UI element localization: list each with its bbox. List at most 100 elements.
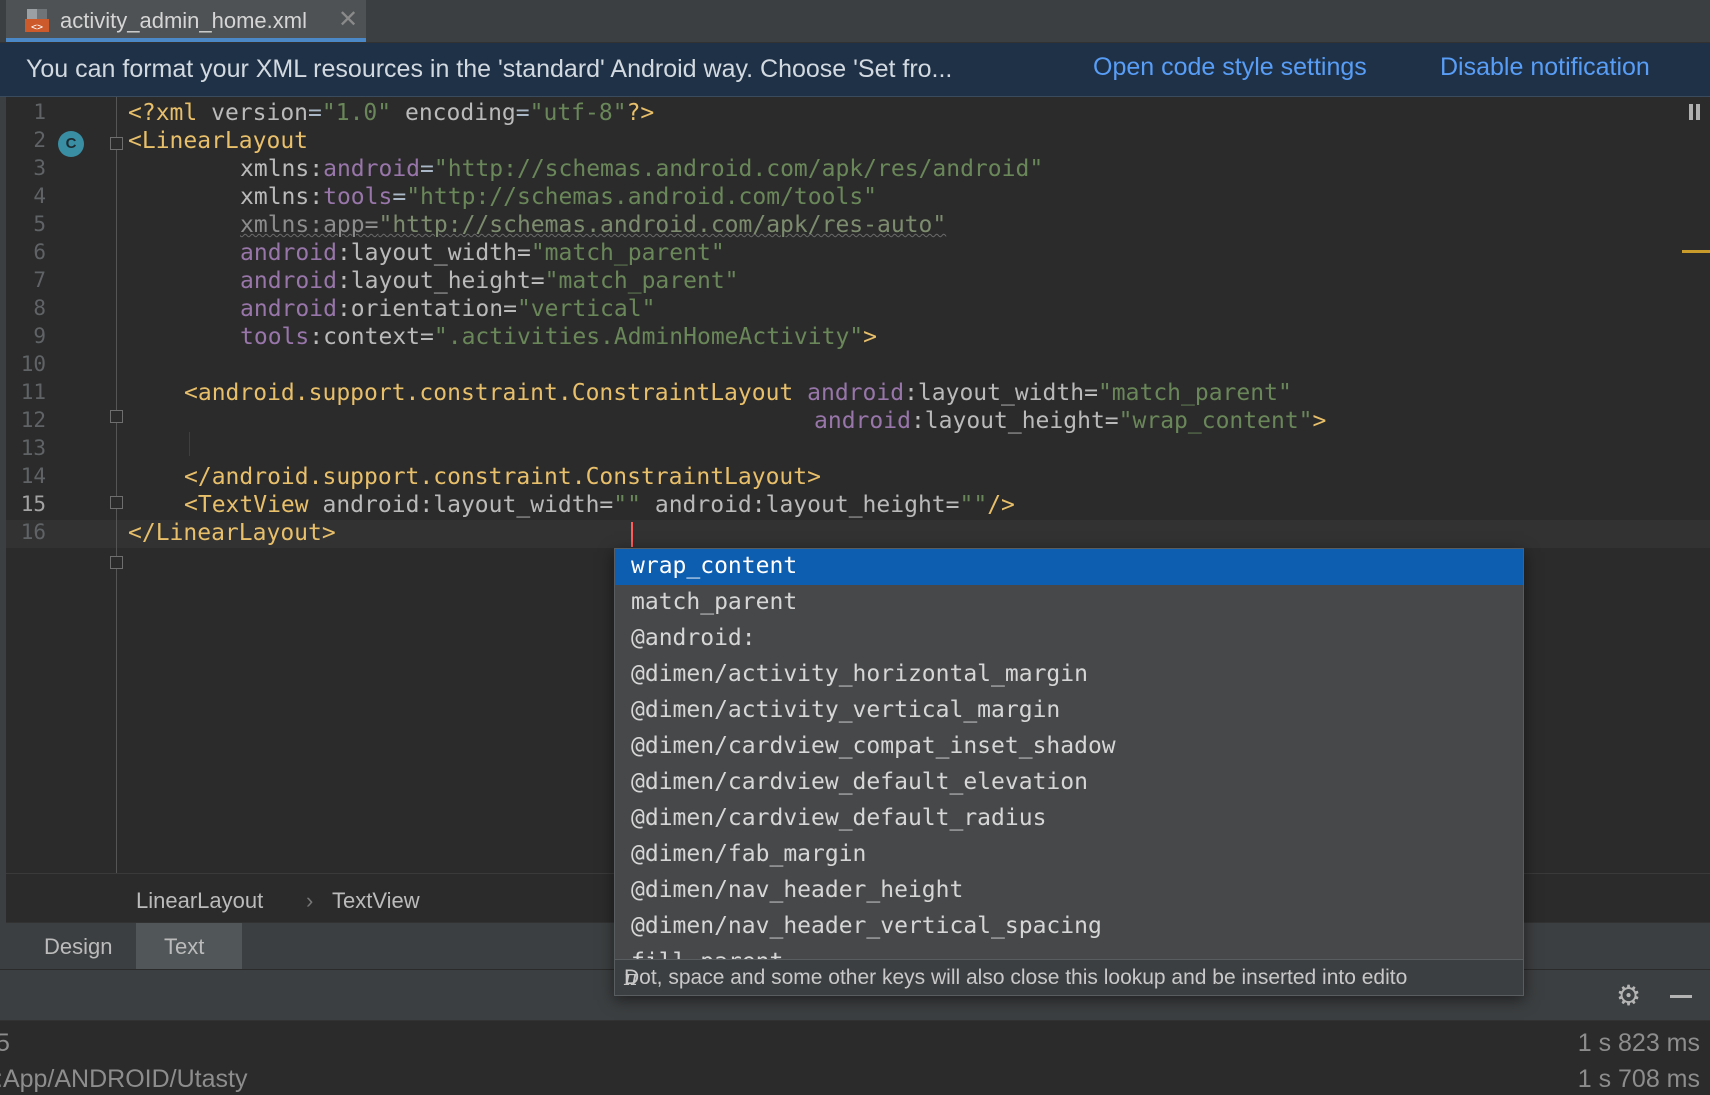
namespace: tools [240, 324, 310, 350]
notification-message: You can format your XML resources in the… [26, 55, 953, 83]
completion-item-label: @dimen/fab_margin [631, 841, 867, 867]
code-line-1: <?xml version="1.0" encoding="utf-8"?> [128, 100, 654, 126]
code-line-2: <LinearLayout [128, 128, 308, 154]
tab-text[interactable]: Text [136, 923, 242, 969]
completion-item-label: @dimen/activity_horizontal_margin [631, 661, 1088, 687]
attr-value: "" [613, 492, 641, 518]
open-code-style-settings-link[interactable]: Open code style settings [1093, 53, 1367, 82]
tab-text-label: Text [164, 934, 205, 959]
svg-text:<>: <> [31, 22, 43, 33]
attr-name: xmlns: [240, 156, 324, 182]
completion-item-selected[interactable]: wrap_content [615, 549, 1523, 585]
completion-item[interactable]: @dimen/activity_vertical_margin [615, 693, 1523, 729]
completion-item[interactable]: @dimen/cardview_compat_inset_shadow [615, 729, 1523, 765]
completion-item[interactable]: @android: [615, 621, 1523, 657]
completion-item[interactable]: match_parent [615, 585, 1523, 621]
tag: <TextView [184, 492, 323, 518]
warning-stripe-marker[interactable] [1682, 250, 1710, 253]
code-line-7: android:layout_height="match_parent" [240, 268, 739, 294]
code-line-4: xmlns:tools="http://schemas.android.com/… [240, 184, 877, 210]
code-line-3: xmlns:android="http://schemas.android.co… [240, 156, 1043, 182]
tag: <LinearLayout [128, 128, 309, 154]
attr-value: "http://schemas.android.com/tools" [406, 184, 878, 210]
attr-value: "" [959, 492, 988, 518]
close-icon[interactable]: ✕ [338, 5, 358, 34]
namespace: android [240, 296, 337, 322]
equals: = [308, 100, 322, 126]
minimize-icon[interactable] [1670, 995, 1692, 998]
namespace: android [814, 408, 911, 434]
code-line-8: android:orientation="vertical" [240, 296, 655, 322]
attr-name: xmlns:app= [240, 212, 379, 238]
completion-item-label: @dimen/nav_header_height [631, 877, 964, 903]
log-row-duration: 1 s 708 ms [1577, 1065, 1700, 1093]
class-gutter-icon[interactable]: C [58, 131, 84, 157]
completion-item-label: @dimen/activity_vertical_margin [631, 697, 1061, 723]
xml-file-icon: <> [25, 9, 49, 33]
tab-design-label: Design [44, 934, 113, 959]
tab-design[interactable]: Design [6, 923, 134, 969]
code-line-16: </LinearLayout> [128, 520, 336, 546]
disable-notification-link[interactable]: Disable notification [1440, 53, 1650, 82]
completion-item-label: @android: [631, 625, 756, 651]
line-number: 13 [20, 436, 46, 460]
attr-value: "utf-8" [529, 100, 627, 126]
gutter-divider [116, 97, 117, 873]
code-line-6: android:layout_width="match_parent" [240, 240, 725, 266]
fold-marker-icon[interactable] [110, 137, 123, 150]
attr-name: :layout_width= [336, 240, 531, 266]
fold-marker-icon[interactable] [110, 410, 123, 423]
namespace: android [240, 268, 337, 294]
completion-hint-footer: Dot, space and some other keys will also… [615, 959, 1523, 995]
completion-hint-text: Dot, space and some other keys will also… [624, 966, 1408, 989]
completion-item-label: @dimen/cardview_compat_inset_shadow [631, 733, 1116, 759]
line-number: 8 [33, 296, 46, 320]
code-completion-popup: wrap_content match_parent @android: @dim… [614, 548, 1524, 996]
completion-item[interactable]: @dimen/activity_horizontal_margin [615, 657, 1523, 693]
attr-name: :layout_width= [419, 492, 614, 518]
namespace: android [807, 380, 905, 406]
attr-value: "match_parent" [530, 240, 725, 266]
completion-item[interactable]: @dimen/cardview_default_radius [615, 801, 1523, 837]
line-number: 1 [33, 100, 46, 124]
attr-value: "1.0" [321, 100, 392, 126]
code-line-11: <android.support.constraint.ConstraintLa… [184, 380, 1292, 406]
namespace: tools [323, 184, 393, 210]
attr-name: :layout_height= [751, 492, 960, 518]
namespace: android [641, 492, 752, 518]
indent-guide [189, 432, 190, 456]
line-number: 14 [20, 464, 46, 488]
completion-item-label: @dimen/cardview_default_elevation [631, 769, 1088, 795]
chevron-right-icon: › [306, 888, 314, 913]
fold-marker-icon[interactable] [110, 496, 123, 509]
tag: <android.support.constraint.ConstraintLa… [184, 380, 808, 406]
breadcrumb-item-textview[interactable]: TextView [332, 888, 420, 914]
attr-value: "http://schemas.android.com/apk/res-auto… [378, 212, 947, 238]
xml-declaration-end: ?> [626, 100, 655, 126]
completion-item[interactable]: @dimen/cardview_default_elevation [615, 765, 1523, 801]
pi-icon[interactable]: π [624, 966, 638, 990]
fold-marker-icon[interactable] [110, 556, 123, 569]
attr-value: "http://schemas.android.com/apk/res/andr… [433, 156, 1044, 182]
tab-activity-admin-home[interactable]: <> activity_admin_home.xml ✕ [6, 0, 366, 42]
pause-icon[interactable] [1689, 104, 1701, 120]
code-line-12: android:layout_height="wrap_content"> [814, 408, 1326, 434]
completion-item[interactable]: @dimen/nav_header_vertical_spacing [615, 909, 1523, 945]
tab-label: activity_admin_home.xml [60, 8, 307, 33]
line-number: 3 [33, 156, 46, 180]
attr-value: "vertical" [516, 296, 656, 322]
gear-icon[interactable]: ⚙ [1616, 982, 1641, 1010]
line-number: 16 [20, 520, 46, 544]
completion-item[interactable]: @dimen/nav_header_height [615, 873, 1523, 909]
completion-item[interactable]: @dimen/fab_margin [615, 837, 1523, 873]
breadcrumb-item-linearlayout[interactable]: LinearLayout [136, 888, 263, 914]
attr-value: "match_parent" [1097, 380, 1292, 406]
namespace: android [240, 240, 337, 266]
line-number: 7 [33, 268, 46, 292]
line-number: 9 [33, 324, 46, 348]
editor-tab-bar: <> activity_admin_home.xml ✕ [0, 0, 1710, 43]
attr-name: xmlns: [240, 184, 324, 210]
log-row-label: :App/ANDROID/Utasty [0, 1065, 248, 1093]
attr-value: ".activities.AdminHomeActivity" [433, 324, 864, 350]
tag-end: /> [987, 492, 1015, 518]
